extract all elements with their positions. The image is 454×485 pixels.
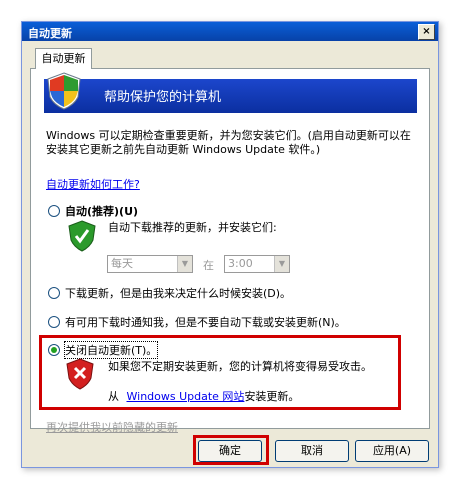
hidden-updates-link[interactable]: 再次提供我以前隐藏的更新	[46, 419, 178, 435]
radio-selected-dot	[51, 347, 57, 353]
how-it-works-link[interactable]: 自动更新如何工作?	[46, 176, 140, 192]
windows-update-site-link[interactable]: Windows Update 网站	[127, 390, 245, 403]
option-auto-label[interactable]: 自动(推荐)(U)	[65, 203, 138, 219]
red-shield-x-icon	[66, 358, 94, 390]
dialog-window: 自动更新 × 自动更新 帮助保护您的计算机 Windows 可以定期检查重要更新…	[21, 21, 439, 468]
window-title: 自动更新	[28, 27, 72, 40]
schedule-time-value: 3:00	[228, 257, 253, 270]
schedule-at-label: 在	[203, 259, 214, 272]
radio-notify[interactable]	[48, 316, 60, 328]
option-notify-label[interactable]: 有可用下载时通知我，但是不要自动下载或安装更新(N)。	[65, 314, 346, 330]
radio-off[interactable]	[48, 344, 60, 356]
description-text: Windows 可以定期检查重要更新，并为您安装它们。(启用自动更新可以在安装其…	[46, 129, 411, 156]
chevron-down-icon: ▼	[274, 256, 289, 272]
tab-panel: 帮助保护您的计算机 Windows 可以定期检查重要更新，并为您安装它们。(启用…	[30, 68, 430, 434]
chevron-down-icon: ▼	[177, 256, 192, 272]
install-from-line: 从 Windows Update 网站安装更新。	[108, 388, 299, 404]
security-shield-icon	[47, 72, 81, 110]
banner-text: 帮助保护您的计算机	[104, 90, 222, 105]
title-bar: 自动更新 ×	[22, 22, 438, 41]
schedule-time-select[interactable]: 3:00 ▼	[224, 255, 290, 273]
cancel-button[interactable]: 取消	[275, 440, 349, 462]
option-off-warning: 如果您不定期安装更新，您的计算机将变得易受攻击。	[108, 360, 372, 373]
apply-button[interactable]: 应用(A)	[355, 440, 429, 462]
banner: 帮助保护您的计算机	[44, 72, 417, 113]
install-from-prefix: 从	[108, 390, 119, 403]
ok-button[interactable]: 确定	[198, 440, 262, 462]
option-off-label[interactable]: 关闭自动更新(T)。	[63, 341, 159, 359]
green-shield-check-icon	[68, 220, 96, 252]
radio-download[interactable]	[48, 287, 60, 299]
radio-auto[interactable]	[48, 205, 60, 217]
close-button[interactable]: ×	[418, 24, 435, 40]
tab-auto-update[interactable]: 自动更新	[35, 48, 92, 69]
install-from-suffix: 安装更新。	[244, 390, 300, 403]
schedule-day-value: 每天	[111, 257, 133, 270]
schedule-day-select[interactable]: 每天 ▼	[107, 255, 193, 273]
option-download-label[interactable]: 下载更新，但是由我来决定什么时候安装(D)。	[65, 285, 291, 301]
option-auto-detail: 自动下载推荐的更新，并安装它们:	[108, 221, 277, 234]
